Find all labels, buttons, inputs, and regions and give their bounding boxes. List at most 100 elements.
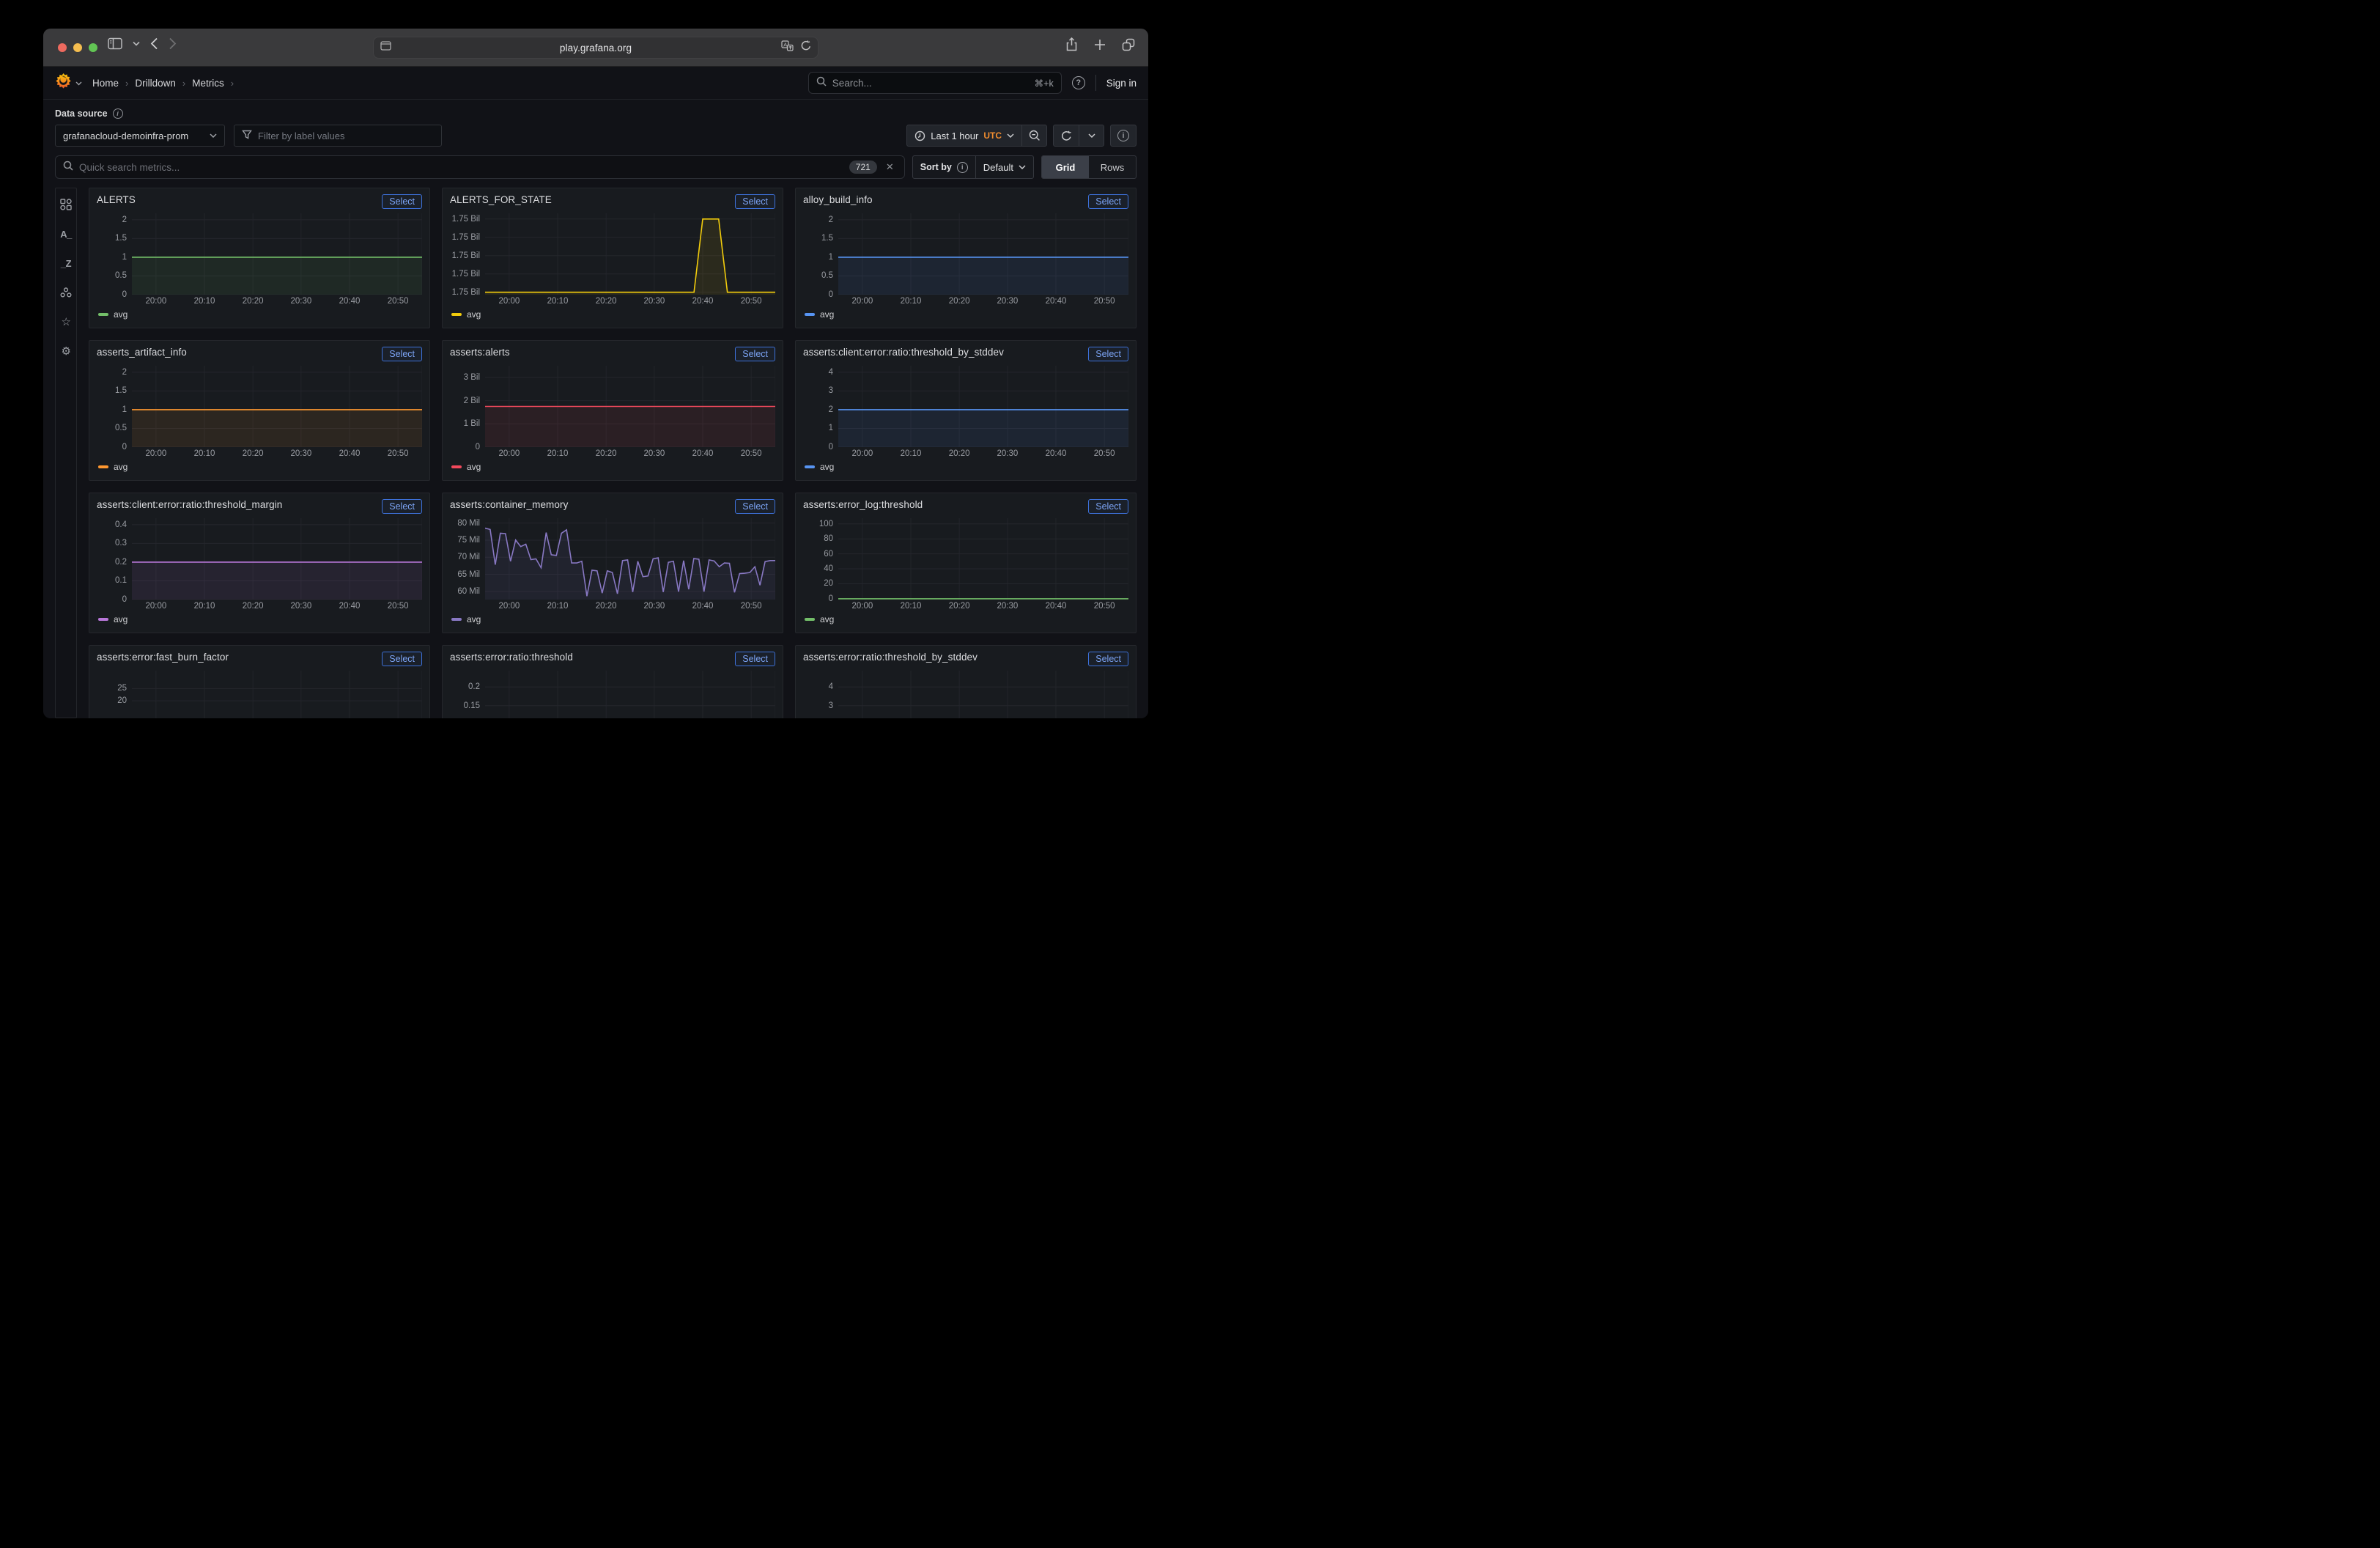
y-tick-label: 100	[819, 520, 833, 528]
y-tick-label: 0	[829, 443, 833, 452]
select-button[interactable]: Select	[1088, 499, 1128, 514]
view-rows-option[interactable]: Rows	[1089, 156, 1136, 178]
x-tick-label: 20:10	[547, 297, 569, 306]
label-filter-field[interactable]	[258, 130, 434, 141]
clear-search-icon[interactable]: ✕	[883, 161, 897, 173]
metrics-panel-grid: ALERTSSelect21.510.5020:0020:1020:2020:3…	[89, 188, 1137, 718]
select-button[interactable]: Select	[1088, 347, 1128, 361]
refresh-interval-dropdown[interactable]	[1079, 125, 1104, 146]
chevron-down-icon	[1007, 133, 1014, 138]
sort-za-icon[interactable]: _Z	[61, 257, 71, 269]
y-tick-label: 1	[829, 424, 833, 432]
tab-overview-icon[interactable]	[1122, 38, 1135, 55]
select-button[interactable]: Select	[382, 194, 422, 209]
sign-in-button[interactable]: Sign in	[1106, 78, 1137, 89]
legend-label[interactable]: avg	[467, 462, 481, 472]
sidebar-toggle-icon[interactable]	[108, 37, 122, 50]
metric-search-input[interactable]: 721 ✕	[55, 155, 905, 179]
select-button[interactable]: Select	[382, 652, 422, 666]
x-tick-label: 20:20	[596, 602, 617, 611]
grafana-logo[interactable]	[55, 73, 72, 93]
metric-chart: 3 Bil2 Bil1 Bil0	[450, 366, 775, 447]
time-range-label: Last 1 hour	[931, 130, 978, 141]
close-window-button[interactable]	[58, 43, 67, 52]
legend-label[interactable]: avg	[820, 462, 834, 472]
legend-label[interactable]: avg	[820, 614, 834, 624]
select-button[interactable]: Select	[735, 652, 775, 666]
dashboards-icon[interactable]	[60, 199, 72, 210]
legend-label[interactable]: avg	[114, 462, 128, 472]
divider	[1095, 75, 1096, 91]
metric-chart: 0.20.15	[450, 671, 775, 718]
help-icon[interactable]: ?	[1072, 76, 1085, 89]
legend-color-pill	[451, 618, 462, 621]
info-icon[interactable]: i	[113, 108, 123, 119]
legend-label[interactable]: avg	[467, 309, 481, 320]
time-picker: Last 1 hour UTC	[906, 125, 1047, 147]
settings-icon[interactable]: ⚙	[62, 345, 71, 357]
x-tick-label: 20:00	[851, 602, 873, 611]
select-button[interactable]: Select	[382, 499, 422, 514]
zoom-out-button[interactable]	[1021, 125, 1046, 146]
y-tick-label: 1 Bil	[464, 419, 480, 428]
legend-label[interactable]: avg	[467, 614, 481, 624]
panel-info-group: i	[1110, 125, 1137, 147]
panel-title: asserts:client:error:ratio:threshold_by_…	[803, 347, 1004, 358]
new-tab-icon[interactable]	[1094, 39, 1106, 54]
chart-legend: avg	[803, 460, 1128, 474]
global-search-field[interactable]	[832, 78, 1029, 89]
global-search-input[interactable]: ⌘+k	[808, 72, 1062, 94]
select-button[interactable]: Select	[382, 347, 422, 361]
metric-search-field[interactable]	[79, 162, 843, 173]
org-chevron-down-icon[interactable]	[75, 76, 82, 89]
time-range-button[interactable]: Last 1 hour UTC	[907, 125, 1021, 146]
x-tick-label: 20:40	[1046, 449, 1067, 458]
refresh-button[interactable]	[1054, 125, 1079, 146]
breadcrumb-drilldown[interactable]: Drilldown	[135, 78, 176, 89]
metric-panel: asserts_artifact_infoSelect21.510.5020:0…	[89, 340, 430, 481]
select-button[interactable]: Select	[735, 499, 775, 514]
datasource-select[interactable]: grafanacloud-demoinfra-prom	[55, 125, 225, 147]
select-button[interactable]: Select	[1088, 194, 1128, 209]
select-button[interactable]: Select	[1088, 652, 1128, 666]
forward-button[interactable]	[169, 37, 177, 50]
x-tick-label: 20:00	[498, 449, 520, 458]
legend-label[interactable]: avg	[114, 309, 128, 320]
y-tick-label: 3	[829, 386, 833, 395]
info-icon[interactable]: i	[957, 162, 968, 173]
chart-legend: avg	[450, 460, 775, 474]
y-tick-label: 1.5	[115, 234, 127, 243]
label-filter-input[interactable]	[234, 125, 442, 147]
back-button[interactable]	[150, 37, 158, 50]
view-grid-option[interactable]: Grid	[1042, 156, 1089, 178]
x-tick-label: 20:10	[901, 297, 922, 306]
breadcrumb-metrics[interactable]: Metrics	[192, 78, 224, 89]
panel-title: asserts:error:fast_burn_factor	[97, 652, 229, 663]
sidebar-chevron-down-icon[interactable]	[133, 41, 140, 46]
x-tick-label: 20:50	[1094, 602, 1115, 611]
x-tick-label: 20:00	[498, 297, 520, 306]
select-button[interactable]: Select	[735, 194, 775, 209]
sort-az-icon[interactable]: A_	[60, 228, 72, 240]
y-tick-label: 4	[829, 368, 833, 377]
legend-label[interactable]: avg	[114, 614, 128, 624]
sort-value-dropdown[interactable]: Default	[975, 156, 1033, 178]
reload-icon[interactable]	[801, 40, 811, 55]
translate-icon[interactable]: A	[781, 40, 794, 55]
minimize-window-button[interactable]	[73, 43, 82, 52]
zoom-window-button[interactable]	[89, 43, 97, 52]
info-button[interactable]: i	[1111, 125, 1136, 146]
address-bar[interactable]: play.grafana.org A	[373, 37, 818, 59]
filter-icon	[242, 130, 252, 142]
legend-label[interactable]: avg	[820, 309, 834, 320]
browser-window: play.grafana.org A	[43, 29, 1148, 718]
breadcrumb-home[interactable]: Home	[92, 78, 119, 89]
panel-title: alloy_build_info	[803, 194, 873, 205]
star-icon[interactable]: ☆	[62, 316, 71, 328]
sort-value: Default	[983, 162, 1013, 173]
website-settings-icon[interactable]	[380, 41, 391, 54]
share-icon[interactable]	[1065, 37, 1078, 55]
x-tick-label: 20:10	[194, 602, 215, 611]
select-button[interactable]: Select	[735, 347, 775, 361]
groups-icon[interactable]	[60, 287, 72, 298]
